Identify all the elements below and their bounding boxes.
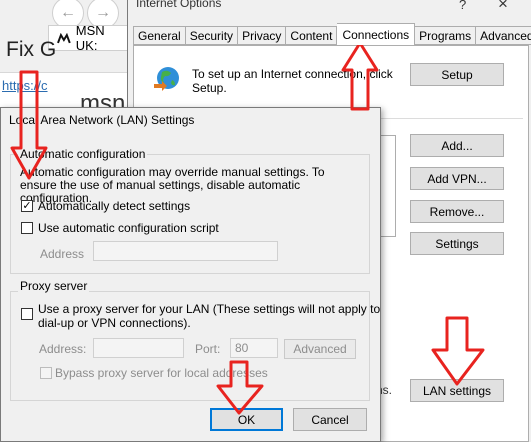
proxy-legend: Proxy server (18, 279, 90, 293)
forward-arrow-icon: → (95, 4, 111, 21)
tab-programs[interactable]: Programs (415, 26, 477, 45)
add-vpn-button[interactable]: Add VPN... (410, 167, 504, 190)
page-heading: Fix G (6, 38, 57, 61)
tab-connections[interactable]: Connections (337, 23, 416, 45)
annotation-arrow-up-icon (341, 41, 379, 111)
script-address-input[interactable] (93, 241, 278, 261)
use-proxy-checkbox[interactable] (21, 308, 33, 320)
proxy-port-label: Port: (195, 342, 221, 356)
lan-settings-dialog: Local Area Network (LAN) Settings Automa… (0, 107, 381, 442)
settings-button[interactable]: Settings (410, 232, 504, 255)
dialog-title: Internet Options (136, 0, 222, 10)
close-button[interactable]: × (498, 0, 508, 14)
proxy-address-input[interactable] (93, 338, 184, 358)
use-proxy-label-line2[interactable]: dial-up or VPN connections). (38, 316, 191, 330)
cancel-button[interactable]: Cancel (293, 408, 367, 431)
bypass-local-checkbox[interactable] (40, 367, 52, 379)
use-script-checkbox[interactable] (21, 222, 33, 234)
auto-detect-checkbox[interactable]: ✓ (21, 200, 33, 212)
proxy-address-label: Address: (39, 342, 87, 356)
use-script-label[interactable]: Use automatic configuration script (38, 221, 219, 235)
remove-button[interactable]: Remove... (410, 200, 504, 223)
tab-general[interactable]: General (133, 26, 186, 45)
tab-content[interactable]: Content (286, 26, 338, 45)
use-proxy-label-line1[interactable]: Use a proxy server for your LAN (These s… (38, 302, 380, 316)
tab-strip: General Security Privacy Content Connect… (133, 23, 531, 45)
back-arrow-icon: ← (60, 4, 76, 21)
annotation-arrow-down-icon (10, 70, 48, 180)
proxy-port-input[interactable]: 80 (230, 338, 278, 358)
setup-button[interactable]: Setup (410, 63, 504, 86)
script-address-label: Address (40, 247, 85, 261)
advanced-button[interactable]: Advanced (284, 339, 356, 359)
annotation-arrow-down-icon (431, 316, 485, 386)
auto-detect-label[interactable]: Automatically detect settings (38, 199, 190, 213)
internet-globe-icon (154, 67, 179, 91)
tab-security[interactable]: Security (185, 26, 239, 45)
tab-privacy[interactable]: Privacy (238, 26, 287, 45)
help-button[interactable]: ? (459, 0, 466, 12)
checkmark-icon: ✓ (22, 200, 32, 212)
msn-logo-icon (57, 32, 71, 43)
browser-tab-title: MSN UK: (75, 23, 105, 53)
add-button[interactable]: Add... (410, 134, 504, 157)
annotation-arrow-down-icon (216, 360, 264, 415)
tab-advanced[interactable]: Advanced (476, 26, 531, 45)
browser-tab[interactable]: MSN UK: (48, 23, 130, 53)
